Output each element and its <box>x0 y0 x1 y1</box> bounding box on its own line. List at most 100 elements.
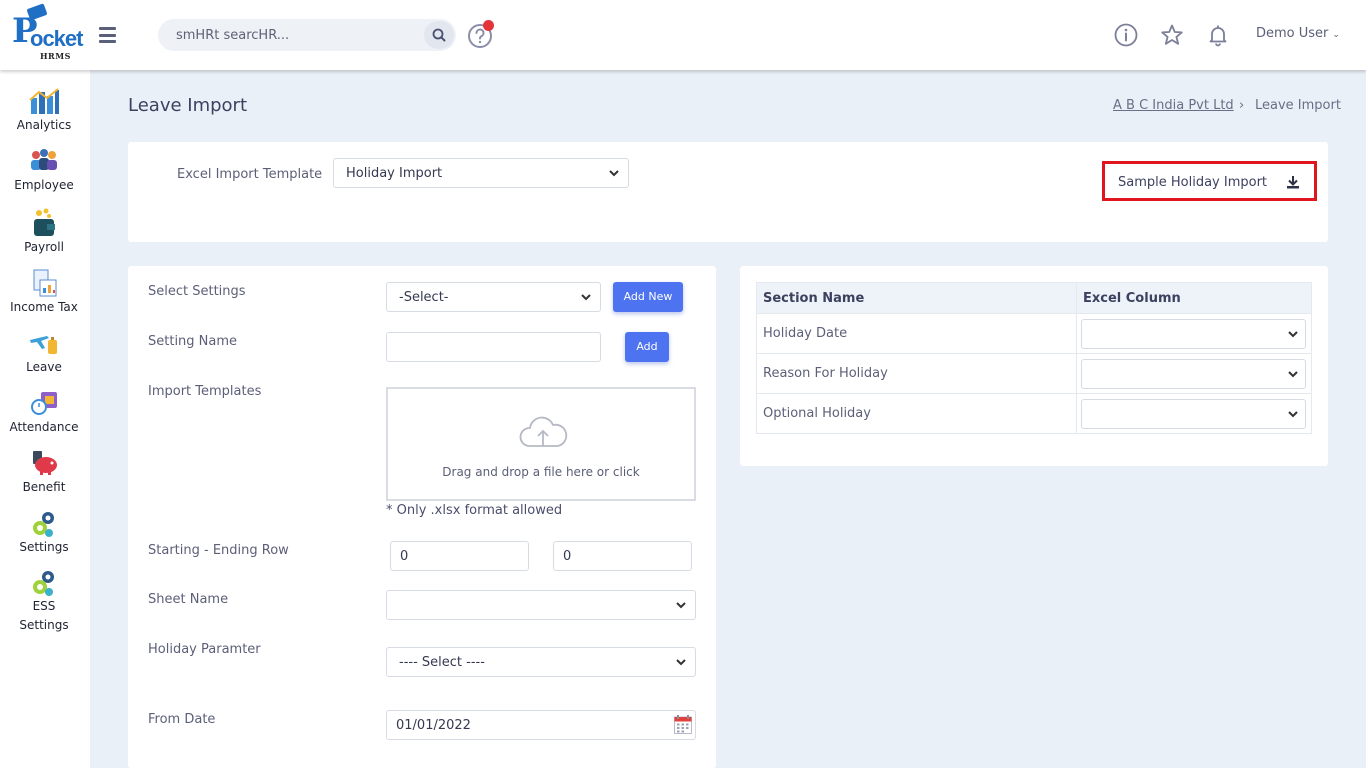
setting-name-label: Setting Name <box>148 334 238 349</box>
breadcrumb-current: Leave Import <box>1255 98 1341 113</box>
excel-column-cell <box>1076 353 1312 394</box>
search-icon <box>432 28 446 42</box>
chevron-down-icon <box>1288 411 1298 418</box>
leave-icon <box>30 336 57 354</box>
excel-column-select[interactable] <box>1081 359 1306 389</box>
input-value: 01/01/2022 <box>396 718 471 733</box>
hamburger-icon <box>99 27 116 30</box>
search-button[interactable] <box>424 21 454 49</box>
excel-column-select[interactable] <box>1081 319 1306 349</box>
page-title: Leave Import <box>128 95 248 116</box>
breadcrumb-separator: › <box>1239 98 1245 113</box>
from-date-label: From Date <box>148 712 216 727</box>
star-icon[interactable] <box>1160 23 1184 47</box>
notification-dot <box>483 20 494 31</box>
input-value: 0 <box>400 549 409 564</box>
chevron-down-icon <box>1288 371 1298 378</box>
analytics-icon <box>29 88 59 114</box>
sidebar-item-attendance[interactable]: Attendance <box>0 388 88 437</box>
sidebar-item-leave[interactable]: Leave <box>0 328 88 377</box>
cloud-upload-icon <box>519 416 568 447</box>
section-name-header: Section Name <box>756 282 1077 314</box>
sidebar-item-label-line2: Settings <box>19 618 69 632</box>
import-templates-label: Import Templates <box>148 384 262 399</box>
sidebar-item-employee[interactable]: Employee <box>0 146 88 195</box>
sheet-name-select[interactable] <box>386 590 696 620</box>
holiday-parameter-select[interactable]: ---- Select ---- <box>386 647 696 677</box>
sidebar-item-analytics[interactable]: Analytics <box>0 86 88 135</box>
sidebar-item-label: Benefit <box>22 480 66 494</box>
row-range-label: Starting - Ending Row <box>148 543 289 558</box>
table-row: Holiday Date <box>756 313 1312 354</box>
excel-import-template-select[interactable]: Holiday Import <box>333 158 629 188</box>
sidebar: Analytics Employee Payroll Income Tax Le… <box>0 70 90 768</box>
holiday-parameter-label: Holiday Paramter <box>148 642 261 657</box>
payroll-icon <box>34 208 55 236</box>
calendar-icon[interactable] <box>674 715 692 734</box>
logo-subtext: HRMS <box>40 51 71 61</box>
section-name-cell: Holiday Date <box>756 313 1077 354</box>
chevron-down-icon <box>676 659 686 666</box>
sidebar-item-label: Settings <box>19 540 69 554</box>
sidebar-item-label: Analytics <box>16 118 72 132</box>
income-tax-icon <box>33 269 57 297</box>
table-row: Optional Holiday <box>756 393 1312 434</box>
ess-settings-icon <box>33 571 54 596</box>
sidebar-item-label: ESS <box>32 599 56 613</box>
file-format-note: * Only .xlsx format allowed <box>386 503 563 518</box>
select-value: Holiday Import <box>346 166 443 181</box>
sidebar-item-benefit[interactable]: Benefit <box>0 448 88 497</box>
sidebar-item-ess-settings[interactable]: ESS Settings <box>0 567 88 635</box>
section-name-cell: Reason For Holiday <box>756 353 1077 394</box>
sidebar-item-label: Employee <box>14 178 74 192</box>
excel-import-template-label: Excel Import Template <box>177 167 323 182</box>
input-value: 0 <box>563 549 572 564</box>
chevron-down-icon <box>1288 331 1298 338</box>
table-header-row: Section Name Excel Column <box>756 282 1312 314</box>
sidebar-item-settings[interactable]: Settings <box>0 508 88 557</box>
user-menu[interactable]: Demo User ⌄ <box>1256 26 1340 41</box>
ending-row-input[interactable]: 0 <box>553 541 692 571</box>
search-bar <box>158 19 456 51</box>
chevron-down-icon <box>609 170 619 177</box>
starting-row-input[interactable]: 0 <box>390 541 529 571</box>
sample-button-label: Sample Holiday Import <box>1118 175 1268 190</box>
download-icon <box>1287 176 1299 189</box>
from-date-input[interactable]: 01/01/2022 <box>386 710 696 740</box>
info-icon[interactable] <box>1114 23 1138 47</box>
attendance-icon <box>31 392 57 415</box>
employee-icon <box>31 149 57 170</box>
search-input[interactable] <box>176 25 416 45</box>
excel-column-header: Excel Column <box>1076 282 1312 314</box>
sheet-name-label: Sheet Name <box>148 592 229 607</box>
select-settings-dropdown[interactable]: -Select- <box>386 282 601 312</box>
settings-icon <box>33 512 54 537</box>
setting-name-input[interactable] <box>386 332 601 362</box>
sidebar-item-label: Leave <box>26 360 62 374</box>
add-new-button[interactable]: Add New <box>613 282 683 312</box>
file-dropzone[interactable]: Drag and drop a file here or click <box>386 387 696 501</box>
select-value: ---- Select ---- <box>399 655 485 670</box>
excel-column-cell <box>1076 393 1312 434</box>
excel-column-select[interactable] <box>1081 399 1306 429</box>
sample-holiday-import-button[interactable]: Sample Holiday Import <box>1102 161 1317 201</box>
add-button[interactable]: Add <box>625 332 669 362</box>
sidebar-item-label: Attendance <box>9 420 79 434</box>
select-value: -Select- <box>399 290 449 305</box>
sidebar-item-income-tax[interactable]: Income Tax <box>0 268 88 317</box>
table-row: Reason For Holiday <box>756 353 1312 394</box>
sidebar-item-payroll[interactable]: Payroll <box>0 208 88 257</box>
select-settings-label: Select Settings <box>148 284 246 299</box>
chevron-down-icon: ⌄ <box>1332 30 1340 40</box>
dropzone-text: Drag and drop a file here or click <box>442 465 640 479</box>
section-name-cell: Optional Holiday <box>756 393 1077 434</box>
pocket-hrms-logo[interactable]: P ocket HRMS <box>10 3 83 62</box>
chevron-down-icon <box>581 294 591 301</box>
user-name: Demo User <box>1256 26 1329 41</box>
sidebar-item-label: Income Tax <box>10 300 78 314</box>
breadcrumb-company-link[interactable]: A B C India Pvt Ltd <box>1113 98 1234 113</box>
column-mapping-table: Section Name Excel Column Holiday Date R… <box>756 282 1312 434</box>
bell-icon[interactable] <box>1206 23 1230 47</box>
menu-toggle-button[interactable] <box>99 27 116 43</box>
sidebar-item-label: Payroll <box>24 240 64 254</box>
